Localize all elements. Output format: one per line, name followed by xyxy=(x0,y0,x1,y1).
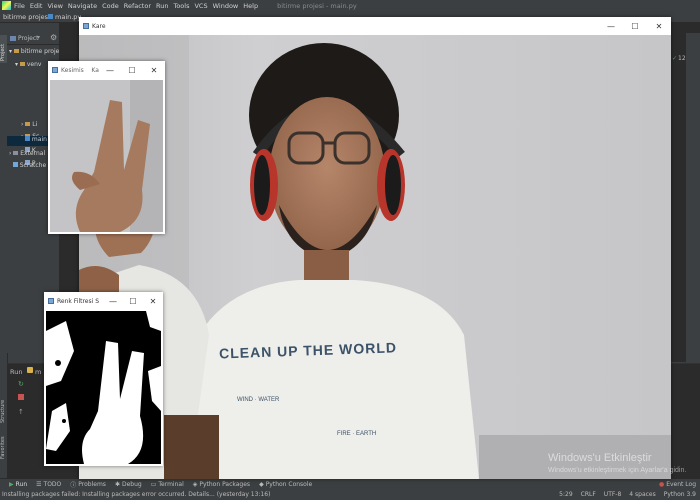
stop-icon[interactable] xyxy=(18,394,24,400)
menu-navigate[interactable]: Navigate xyxy=(68,2,97,10)
maximize-icon[interactable]: ☐ xyxy=(123,297,143,306)
tab-debug[interactable]: Debug xyxy=(122,481,142,488)
window-icon xyxy=(52,67,58,73)
problems-icon: ⓘ xyxy=(70,482,77,489)
todo-icon: ☰ xyxy=(36,481,42,488)
menu-tools[interactable]: Tools xyxy=(173,2,189,10)
event-log-button[interactable]: Event Log xyxy=(666,481,696,488)
inspection-check-icon[interactable]: ✓ xyxy=(672,55,677,62)
project-side-tab-label: Project xyxy=(0,43,6,61)
tree-item-external-libraries[interactable]: › External xyxy=(9,150,45,160)
python-file-icon xyxy=(48,14,53,19)
kare-titlebar[interactable]: Kare — ☐ ✕ xyxy=(79,17,671,35)
python-run-config-icon xyxy=(27,367,33,373)
kare-window-title: Kare xyxy=(92,22,106,30)
menu-file[interactable]: File xyxy=(14,2,25,10)
event-log-error-icon: ● xyxy=(658,481,665,488)
kare-window[interactable]: Kare — ☐ ✕ CLEAN UP THE WORLD WIND · WAT… xyxy=(79,17,671,479)
project-folder-icon xyxy=(10,36,16,41)
minimize-icon[interactable]: — xyxy=(103,297,123,306)
tree-item-venv[interactable]: ▾ venv xyxy=(15,61,41,71)
status-indent[interactable]: 4 spaces xyxy=(629,491,655,498)
rerun-icon[interactable]: ↻ xyxy=(18,380,24,388)
shirt-print-fire-earth: FIRE · EARTH xyxy=(337,431,377,437)
tab-terminal[interactable]: Terminal xyxy=(158,481,183,488)
pycharm-logo-icon xyxy=(2,1,11,10)
status-message[interactable]: Installing packages failed: Installing p… xyxy=(2,491,270,498)
gear-icon[interactable]: ⚙ xyxy=(50,33,57,42)
tab-run[interactable]: Run xyxy=(16,481,28,488)
color-filter-mask-image xyxy=(46,311,161,464)
tab-python-packages[interactable]: Python Packages xyxy=(199,481,250,488)
tab-problems[interactable]: Problems xyxy=(78,481,106,488)
structure-side-tab[interactable]: Structure xyxy=(0,393,7,423)
webcam-frame: CLEAN UP THE WORLD WIND · WATER FIRE · E… xyxy=(79,35,671,479)
tab-todo[interactable]: TODO xyxy=(44,481,62,488)
menu-refactor[interactable]: Refactor xyxy=(124,2,151,10)
chevron-down-icon[interactable]: ▾ xyxy=(37,34,40,41)
renk-filtresi-titlebar[interactable]: Renk Filtresi S — ☐ ✕ xyxy=(44,292,163,310)
run-tab-icon: ▶ xyxy=(9,481,14,488)
close-icon[interactable]: ✕ xyxy=(143,66,165,75)
python-packages-icon: ◈ xyxy=(192,481,198,488)
status-interpreter[interactable]: Python 3.9 xyxy=(664,491,696,498)
menu-window[interactable]: Window xyxy=(213,2,239,10)
minimize-icon[interactable]: — xyxy=(599,22,623,31)
breadcrumb-file[interactable]: main.py xyxy=(55,13,81,21)
favorites-side-tab[interactable]: Favorites xyxy=(0,429,7,459)
run-config-name[interactable]: m xyxy=(35,368,41,376)
menu-vcs[interactable]: VCS xyxy=(194,2,207,10)
maximize-icon[interactable]: ☐ xyxy=(121,66,143,75)
status-cursor-position[interactable]: 5:29 xyxy=(559,491,572,498)
python-console-icon: ◆ xyxy=(259,481,264,488)
status-encoding[interactable]: UTF-8 xyxy=(604,491,622,498)
windows-activation-subtitle: Windows'u etkinleştirmek için Ayarlar'a … xyxy=(548,467,687,474)
renk-filtresi-window[interactable]: Renk Filtresi S — ☐ ✕ xyxy=(44,292,163,466)
shirt-print-wind-water: WIND · WATER xyxy=(237,397,280,403)
menu-code[interactable]: Code xyxy=(102,2,119,10)
status-line-separator[interactable]: CRLF xyxy=(581,491,596,498)
menu-bar: File Edit View Navigate Code Refactor Ru… xyxy=(0,0,700,11)
ide-window-title: bitirme projesi - main.py xyxy=(277,1,357,10)
color-filter-mask-frame xyxy=(46,311,161,464)
window-icon xyxy=(83,23,89,29)
menu-view[interactable]: View xyxy=(47,2,62,10)
scroll-up-icon[interactable]: ↑ xyxy=(18,408,24,416)
windows-activation-title: Windows'u Etkinleştir xyxy=(548,452,652,464)
maximize-icon[interactable]: ☐ xyxy=(623,22,647,31)
close-icon[interactable]: ✕ xyxy=(647,22,671,31)
menu-help[interactable]: Help xyxy=(243,2,258,10)
window-icon xyxy=(48,298,54,304)
breadcrumb-project[interactable]: bitirme projesi xyxy=(3,13,50,21)
project-panel-header: Project ▾ ⚙ xyxy=(7,33,59,45)
cropped-hand-image xyxy=(50,80,163,232)
kesimis-titlebar[interactable]: Kesimis Ka — ☐ ✕ xyxy=(48,61,165,79)
cropped-hand-frame xyxy=(50,80,163,232)
tab-python-console[interactable]: Python Console xyxy=(266,481,313,488)
project-panel-label[interactable]: Project xyxy=(18,35,39,42)
webcam-image xyxy=(79,35,671,479)
tree-item-scratches[interactable]: Scratche xyxy=(9,162,46,172)
tree-item-root[interactable]: ▾ bitirme projesi xyxy=(9,48,64,58)
menu-edit[interactable]: Edit xyxy=(30,2,43,10)
close-icon[interactable]: ✕ xyxy=(143,297,163,306)
minimize-icon[interactable]: — xyxy=(99,66,121,75)
debug-icon: ✱ xyxy=(114,481,120,488)
menu-run[interactable]: Run xyxy=(156,2,168,10)
inspection-count: 12 xyxy=(678,55,686,62)
run-panel-label: Run xyxy=(10,368,23,376)
tree-item-li[interactable]: › Li xyxy=(21,121,37,131)
kesimis-window-title: Kesimis Ka xyxy=(61,66,99,74)
status-bar: Installing packages failed: Installing p… xyxy=(0,489,700,500)
terminal-icon: ▭ xyxy=(150,481,157,488)
renk-filtresi-window-title: Renk Filtresi S xyxy=(57,297,100,305)
kesimis-window[interactable]: Kesimis Ka — ☐ ✕ xyxy=(48,61,165,234)
